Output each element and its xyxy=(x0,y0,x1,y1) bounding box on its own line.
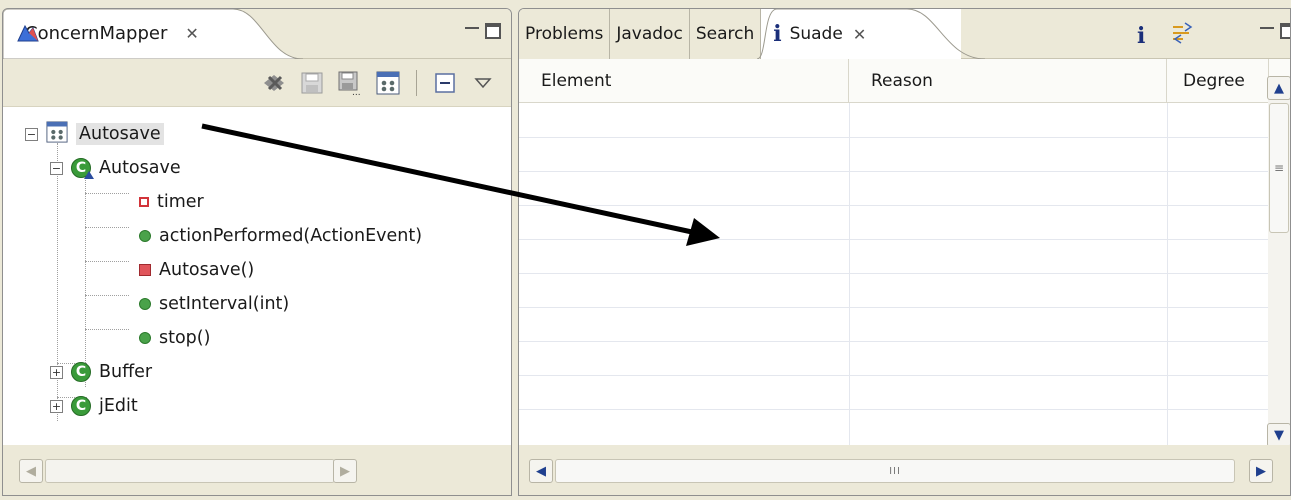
right-view-window-controls xyxy=(1260,23,1290,39)
left-view-tabbar: ConcernMapper ✕ xyxy=(3,9,511,59)
new-concern-icon[interactable] xyxy=(374,69,402,97)
concern-tree: − Autosave − C Autosave timer actionPerf… xyxy=(3,117,511,451)
class-icon: C xyxy=(71,396,91,416)
tree-item-label: setInterval(int) xyxy=(159,294,290,314)
tree-item-field-timer[interactable]: timer xyxy=(139,185,204,219)
tab-search[interactable]: Search xyxy=(689,9,762,59)
right-view-tabbar: Problems Javadoc Search i Suade ✕ i xyxy=(519,9,1290,59)
tab-javadoc[interactable]: Javadoc xyxy=(610,9,690,59)
svg-text:...: ... xyxy=(352,88,361,95)
left-view-window-controls xyxy=(465,23,501,39)
tree-item-label: Buffer xyxy=(99,362,153,382)
collapse-icon[interactable]: − xyxy=(25,127,38,141)
maximize-icon[interactable] xyxy=(1280,23,1290,39)
class-icon: C xyxy=(71,362,91,382)
expand-icon[interactable]: + xyxy=(50,399,63,413)
tree-item-class-jedit[interactable]: + C jEdit xyxy=(50,389,138,423)
scrollbar-track[interactable] xyxy=(45,459,335,483)
tree-item-method-stop[interactable]: stop() xyxy=(139,321,210,355)
scroll-right-arrow-icon[interactable]: ▶ xyxy=(1249,459,1273,483)
column-header-degree[interactable]: Degree xyxy=(1167,59,1269,103)
tab-suade[interactable]: i Suade ✕ xyxy=(757,9,986,59)
save-icon[interactable] xyxy=(298,69,326,97)
results-horizontal-scrollbar[interactable]: ◀ III ▶ xyxy=(519,445,1290,495)
tree-connector xyxy=(85,227,129,228)
suade-view: Problems Javadoc Search i Suade ✕ i Elem… xyxy=(518,8,1291,496)
toolbar-separator xyxy=(416,70,417,96)
expand-icon[interactable]: + xyxy=(50,365,63,379)
tree-item-constructor-autosave[interactable]: Autosave() xyxy=(139,253,254,287)
save-as-icon[interactable]: ... xyxy=(336,69,364,97)
public-method-icon xyxy=(139,230,151,242)
tab-problems[interactable]: Problems xyxy=(519,9,611,59)
right-view-toolbar: i xyxy=(1137,21,1193,50)
tree-connector xyxy=(85,261,129,262)
concernmapper-toolbar: ... xyxy=(3,59,511,107)
scroll-right-arrow-icon[interactable]: ▶ xyxy=(333,459,357,483)
sort-icon[interactable] xyxy=(1171,21,1193,50)
tab-concernmapper[interactable]: ConcernMapper ✕ xyxy=(3,9,303,59)
class-icon: C xyxy=(71,158,94,179)
tree-item-label: stop() xyxy=(159,328,211,348)
tree-connector xyxy=(85,193,129,194)
view-menu-icon[interactable] xyxy=(469,69,497,97)
tab-label: Problems xyxy=(525,24,604,44)
collapse-icon[interactable]: − xyxy=(50,161,63,175)
close-icon[interactable]: ✕ xyxy=(185,24,198,43)
scroll-left-arrow-icon[interactable]: ◀ xyxy=(529,459,553,483)
private-method-icon xyxy=(139,264,151,276)
collapse-all-icon[interactable] xyxy=(431,69,459,97)
results-table-body[interactable] xyxy=(519,103,1269,447)
tree-item-label: Autosave() xyxy=(159,260,255,280)
tree-item-method-setinterval[interactable]: setInterval(int) xyxy=(139,287,289,321)
scroll-up-arrow-icon[interactable]: ▲ xyxy=(1267,76,1290,100)
maximize-icon[interactable] xyxy=(485,23,501,39)
tree-item-label: actionPerformed(ActionEvent) xyxy=(159,226,423,246)
tree-item-method-actionperformed[interactable]: actionPerformed(ActionEvent) xyxy=(139,219,422,253)
tree-item-label: Autosave xyxy=(99,158,181,178)
column-label: Reason xyxy=(871,71,933,91)
minimize-icon[interactable] xyxy=(1260,27,1274,37)
column-header-element[interactable]: Element xyxy=(519,59,849,103)
tree-item-class-autosave[interactable]: − C Autosave xyxy=(50,151,181,185)
concernmapper-view: ConcernMapper ✕ ... − Autosave − C Autos… xyxy=(2,8,512,496)
left-horizontal-scrollbar[interactable]: ◀ ▶ xyxy=(3,445,511,495)
column-header-reason[interactable]: Reason xyxy=(849,59,1167,103)
tree-item-concern-autosave[interactable]: − Autosave xyxy=(25,117,164,151)
scroll-down-arrow-icon[interactable]: ▼ xyxy=(1267,423,1290,447)
results-vertical-scrollbar[interactable]: ▲ ≡ ▼ xyxy=(1267,76,1290,447)
column-label: Degree xyxy=(1183,71,1245,91)
minimize-icon[interactable] xyxy=(465,27,479,37)
tree-connector xyxy=(85,295,129,296)
scroll-left-arrow-icon[interactable]: ◀ xyxy=(19,459,43,483)
tree-item-label: Autosave xyxy=(76,123,164,145)
tree-item-label: jEdit xyxy=(99,396,138,416)
tree-item-label: timer xyxy=(157,192,204,212)
public-method-icon xyxy=(139,298,151,310)
column-label: Element xyxy=(541,71,612,91)
tab-label: Javadoc xyxy=(616,24,683,44)
public-method-icon xyxy=(139,332,151,344)
scrollbar-thumb[interactable]: III xyxy=(555,459,1235,483)
tab-label: ConcernMapper xyxy=(25,23,168,44)
results-table-header: Element Reason Degree xyxy=(519,59,1290,103)
scrollbar-thumb[interactable]: ≡ xyxy=(1269,103,1289,233)
tree-item-class-buffer[interactable]: + C Buffer xyxy=(50,355,152,389)
tab-label: Search xyxy=(695,24,755,44)
clear-icon[interactable] xyxy=(260,69,288,97)
info-icon[interactable]: i xyxy=(1137,23,1145,49)
tree-connector xyxy=(85,329,129,330)
concern-icon xyxy=(46,120,68,148)
private-field-icon xyxy=(139,197,149,207)
